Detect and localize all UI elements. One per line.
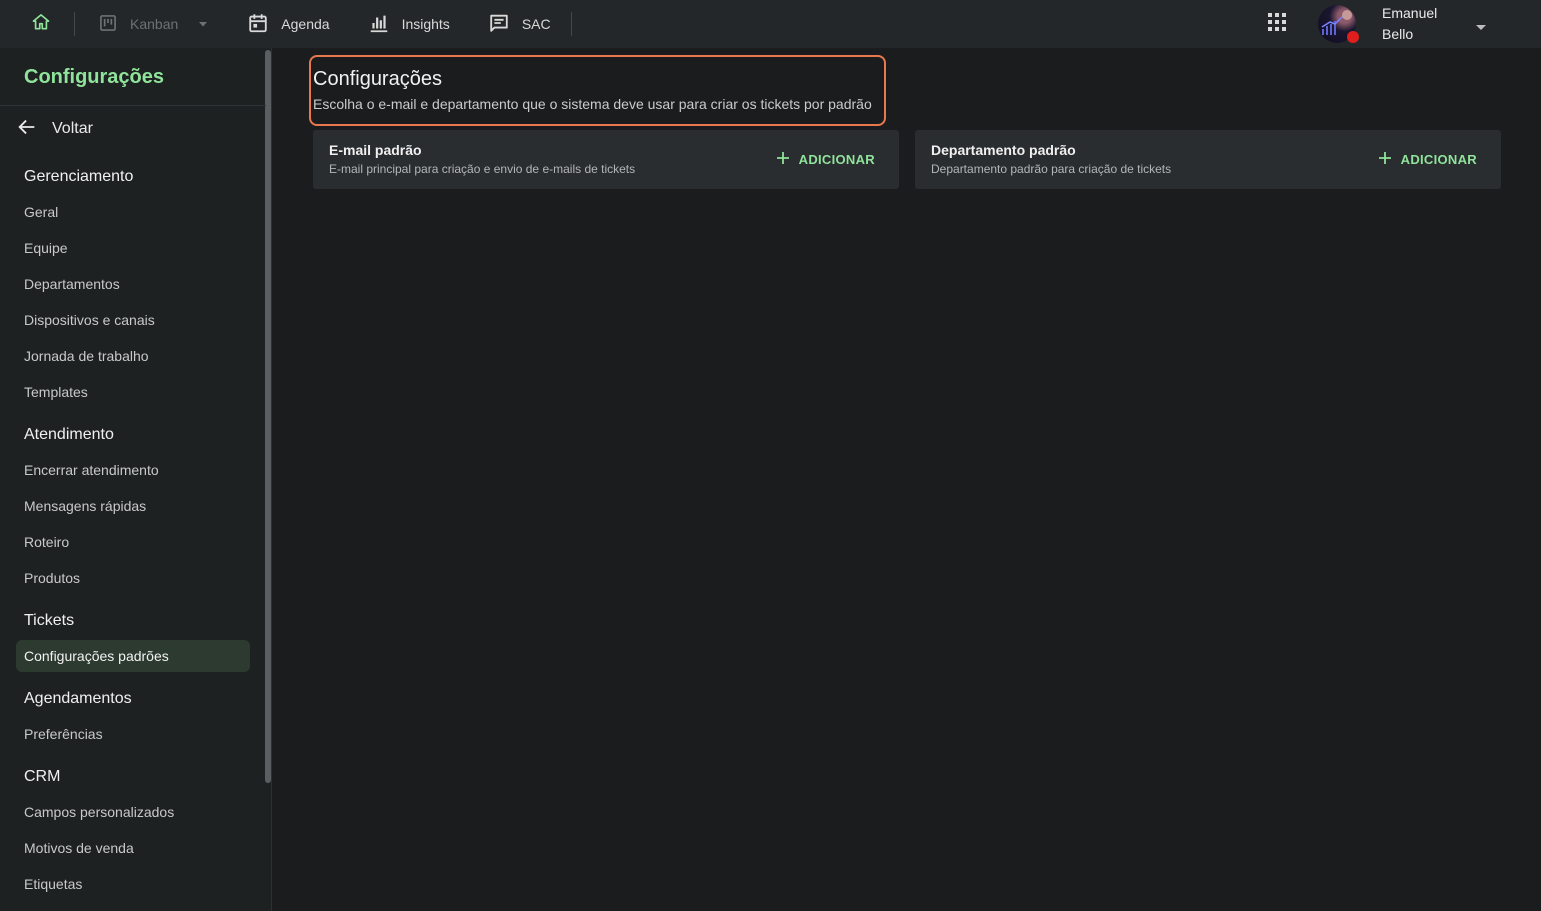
grid-icon [1268,12,1286,36]
sidebar-item-roteiro[interactable]: Roteiro [16,526,250,558]
card-description: E-mail principal para criação e envio de… [329,162,636,176]
divider [570,12,572,36]
sidebar-item-configuracoes-padroes[interactable]: Configurações padrões [16,640,250,672]
section-tickets: Tickets [24,612,75,629]
user-first-name: Emanuel [1382,5,1438,21]
sidebar-item-etiquetas[interactable]: Etiquetas [16,868,250,900]
section-agendamentos: Agendamentos [24,690,132,707]
chevron-down-icon [1476,19,1486,37]
nav-sac-label: SAC [521,16,551,32]
top-bar: Kanban Agenda Insights SAC Emanuel Bello [0,0,1541,48]
user-last-name: Bello [1382,26,1414,42]
add-email-label: ADICIONAR [798,151,875,167]
nav-insights-label: Insights [401,16,450,32]
sidebar-item-dispositivos[interactable]: Dispositivos e canais [16,304,250,336]
status-busy-icon [1347,31,1359,43]
sidebar-item-equipe[interactable]: Equipe [16,232,250,264]
plus-icon [1378,151,1391,167]
nav-insights[interactable]: Insights [368,0,450,48]
nav-agenda[interactable]: Agenda [247,0,330,48]
card-description: Departamento padrão para criação de tick… [931,162,1172,176]
back-button[interactable]: Voltar [16,116,93,142]
sidebar-item-jornada[interactable]: Jornada de trabalho [16,340,250,372]
page-subtitle: Escolha o e-mail e departamento que o si… [313,96,872,112]
avatar [1318,5,1359,43]
sidebar-item-mensagens-rapidas[interactable]: Mensagens rápidas [16,490,250,522]
add-department-button[interactable]: ADICIONAR [1378,148,1477,170]
add-email-button[interactable]: ADICIONAR [776,148,875,170]
sidebar-item-motivos-de-venda[interactable]: Motivos de venda [16,832,250,864]
card-email-padrao: E-mail padrão E-mail principal para cria… [313,130,899,189]
home-icon [31,12,51,37]
card-departamento-padrao: Departamento padrão Departamento padrão … [915,130,1501,189]
section-crm: CRM [24,768,61,785]
sidebar-item-preferencias[interactable]: Preferências [16,718,250,750]
sidebar-item-geral[interactable]: Geral [16,196,250,228]
nav-kanban[interactable]: Kanban [98,0,208,48]
page-title: Configurações [313,68,442,90]
card-title: Departamento padrão [931,142,1076,158]
arrow-left-icon [16,116,38,143]
back-label: Voltar [52,120,93,137]
sidebar-item-encerrar-atendimento[interactable]: Encerrar atendimento [16,454,250,486]
apps-menu-button[interactable] [1264,11,1290,37]
kanban-icon [98,13,118,36]
settings-sidebar: Configurações Voltar Gerenciamento Geral… [0,48,272,911]
plus-icon [776,151,789,167]
nav-kanban-label: Kanban [130,16,179,32]
nav-agenda-label: Agenda [281,16,330,32]
chevron-down-icon [198,16,208,32]
divider [0,105,266,106]
section-atendimento: Atendimento [24,426,114,443]
divider [74,12,75,36]
nav-sac[interactable]: SAC [488,0,551,48]
sidebar-scrollbar[interactable] [265,50,271,783]
bar-chart-icon [368,12,390,37]
sidebar-title: Configurações [24,66,165,88]
sidebar-item-produtos[interactable]: Produtos [16,562,250,594]
sidebar-item-departamentos[interactable]: Departamentos [16,268,250,300]
home-button[interactable] [21,4,61,44]
card-title: E-mail padrão [329,142,422,158]
user-menu[interactable]: Emanuel Bello [1318,5,1498,43]
section-gerenciamento: Gerenciamento [24,168,134,185]
calendar-icon [247,12,269,37]
sidebar-item-templates[interactable]: Templates [16,376,250,408]
add-department-label: ADICIONAR [1400,151,1477,167]
chat-icon [488,12,510,37]
sidebar-item-campos-personalizados[interactable]: Campos personalizados [16,796,250,828]
